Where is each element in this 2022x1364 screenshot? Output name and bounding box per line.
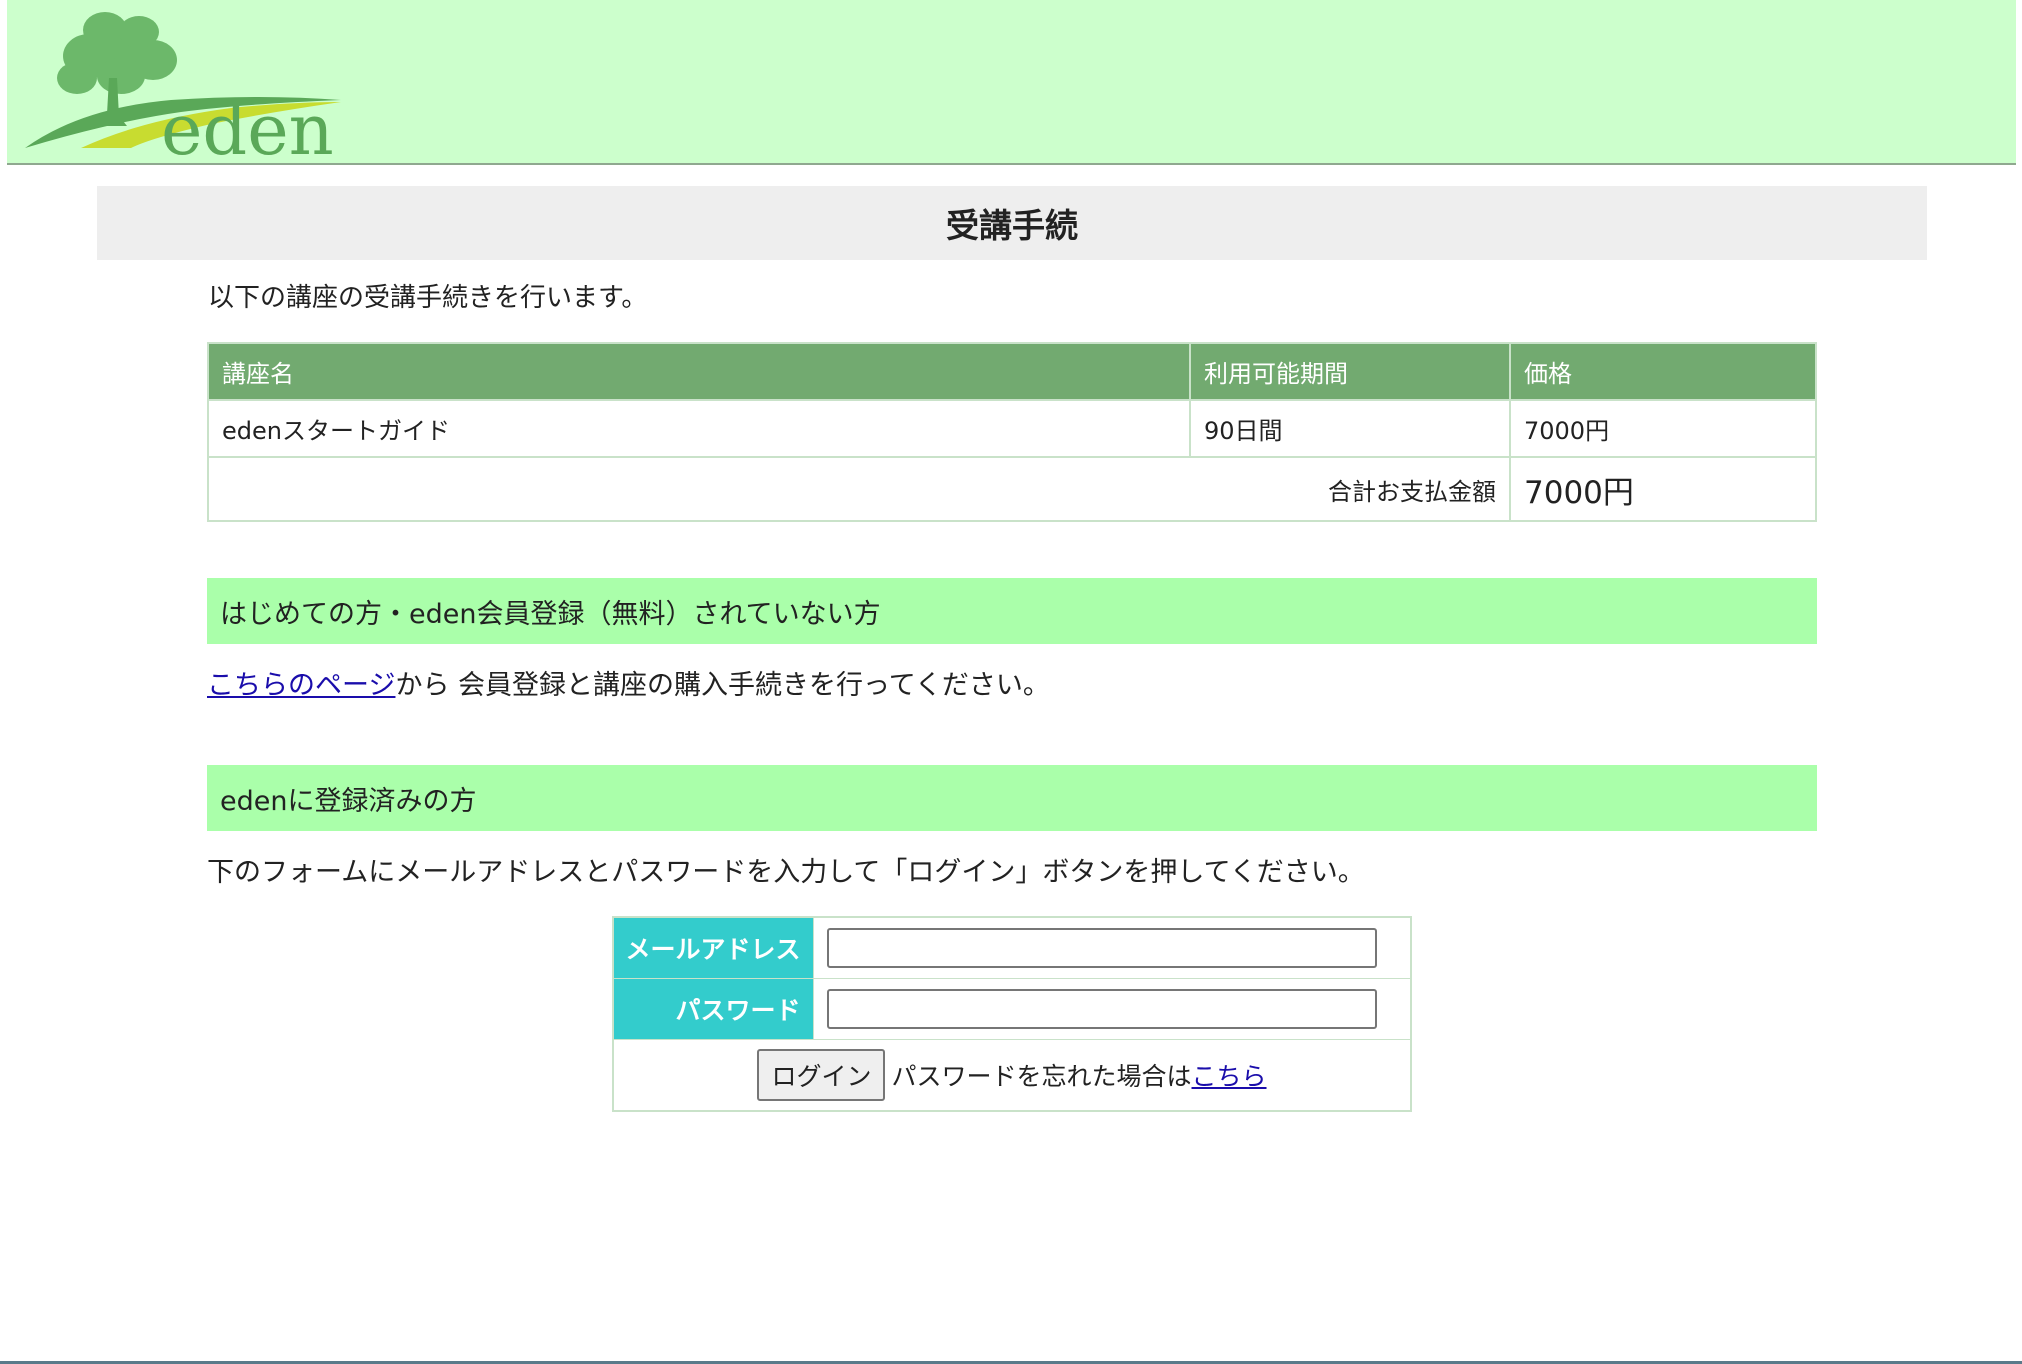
forgot-password-label: パスワードを忘れた場合は [891, 1062, 1192, 1091]
login-instruction: 下のフォームにメールアドレスとパスワードを入力して「ログイン」ボタンを押してくだ… [207, 857, 1365, 888]
table-row: edenスタートガイド 90日間 7000円 [207, 399, 1817, 458]
course-table: 講座名 利用可能期間 価格 edenスタートガイド 90日間 7000円 合計お… [207, 342, 1817, 522]
registered-heading: edenに登録済みの方 [207, 765, 1817, 831]
new-member-paragraph: こちらのページから 会員登録と講座の購入手続きを行ってください。 [207, 667, 1050, 705]
new-member-heading-text: はじめての方・eden会員登録（無料）されていない方 [220, 598, 881, 630]
password-label: パスワード [612, 978, 814, 1040]
page-title: 受講手続 [946, 206, 1078, 245]
period-header: 利用可能期間 [1189, 342, 1511, 401]
price-cell: 7000円 [1509, 399, 1817, 458]
forgot-password-link[interactable]: こちら [1192, 1062, 1267, 1091]
new-member-heading: はじめての方・eden会員登録（無料）されていない方 [207, 578, 1817, 644]
period-cell: 90日間 [1189, 399, 1511, 458]
password-field[interactable] [826, 989, 1377, 1029]
course-name-cell: edenスタートガイド [207, 399, 1191, 458]
course-table-header-row: 講座名 利用可能期間 価格 [207, 342, 1817, 401]
login-form: メールアドレス パスワード ログイン パスワードを忘れた場合はこちら [612, 916, 1412, 1112]
site-header: eden [7, 0, 2016, 171]
total-value: 7000円 [1509, 456, 1817, 522]
login-actions: ログイン パスワードを忘れた場合はこちら [612, 1039, 1412, 1112]
email-field[interactable] [826, 928, 1377, 968]
price-header: 価格 [1509, 342, 1817, 401]
eden-logo-text: eden [161, 89, 334, 158]
total-label: 合計お支払金額 [207, 456, 1511, 522]
intro-text: 以下の講座の受講手続きを行います。 [208, 283, 648, 313]
new-member-text: から 会員登録と講座の購入手続きを行ってください。 [395, 670, 1050, 701]
email-label: メールアドレス [612, 916, 814, 979]
login-button[interactable]: ログイン [757, 1049, 886, 1101]
password-input-cell [812, 978, 1412, 1040]
eden-logo[interactable]: eden [21, 8, 351, 171]
registered-heading-text: edenに登録済みの方 [220, 785, 477, 817]
forgot-password-text: パスワードを忘れた場合はこちら [891, 1062, 1266, 1091]
course-name-header: 講座名 [207, 342, 1191, 401]
register-page-link[interactable]: こちらのページ [207, 670, 395, 701]
page-title-bar: 受講手続 [97, 186, 1927, 260]
email-input-cell [812, 916, 1412, 979]
total-row: 合計お支払金額 7000円 [207, 456, 1817, 522]
